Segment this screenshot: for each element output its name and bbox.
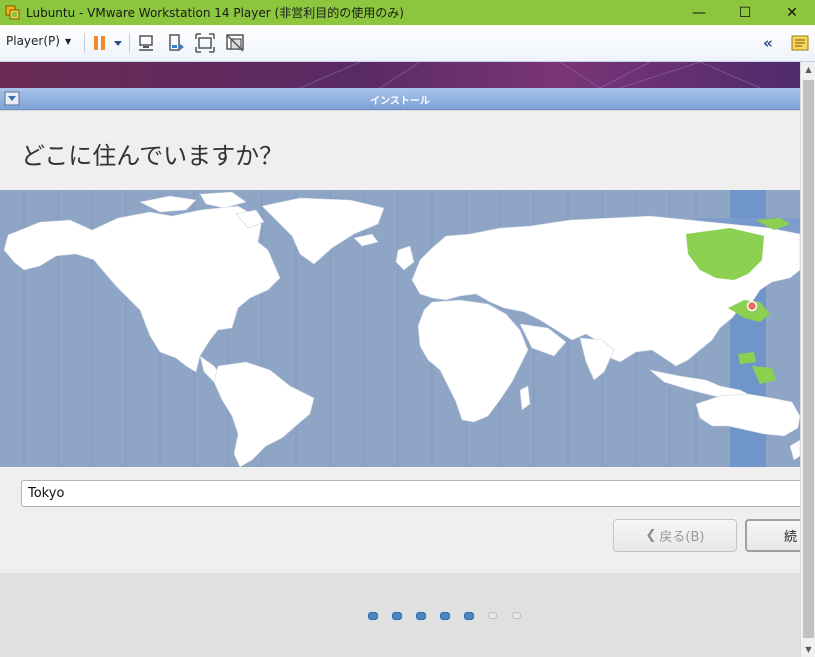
removable-devices-icon[interactable] bbox=[166, 33, 186, 53]
timezone-input[interactable] bbox=[21, 480, 811, 507]
progress-dot bbox=[416, 612, 426, 620]
guest-desktop-wallpaper bbox=[0, 62, 800, 88]
toolbar-divider bbox=[84, 33, 85, 53]
unity-icon[interactable] bbox=[225, 33, 245, 53]
vmware-icon bbox=[5, 5, 20, 19]
location-pin-icon bbox=[746, 300, 758, 312]
window-title: Lubuntu - VMware Workstation 14 Player (… bbox=[26, 6, 404, 20]
progress-dot bbox=[368, 612, 378, 620]
progress-dot bbox=[464, 612, 474, 620]
installer-page: どこに住んでいますか？ Tokyo ❮ 戻る(B) 続 bbox=[0, 111, 815, 573]
toolbar-divider bbox=[129, 33, 130, 53]
notes-icon[interactable] bbox=[790, 33, 810, 53]
next-button-label: 続 bbox=[784, 530, 798, 545]
maximize-button[interactable]: ☐ bbox=[722, 0, 768, 25]
chevron-left-icon: ❮ bbox=[645, 528, 657, 543]
player-toolbar: Player(P) ▼ « bbox=[0, 25, 815, 62]
chevron-down-icon[interactable] bbox=[112, 33, 124, 53]
close-button[interactable]: ✕ bbox=[769, 0, 815, 25]
scroll-up-icon[interactable]: ▲ bbox=[801, 62, 815, 77]
back-button[interactable]: ❮ 戻る(B) bbox=[613, 519, 737, 552]
timezone-map[interactable] bbox=[0, 190, 800, 467]
progress-dot bbox=[512, 612, 521, 619]
page-title: どこに住んでいますか？ bbox=[21, 142, 284, 170]
pause-icon[interactable] bbox=[90, 33, 110, 53]
player-menu-label: Player(P) bbox=[6, 34, 60, 48]
progress-dot bbox=[488, 612, 497, 619]
fullscreen-icon[interactable] bbox=[195, 33, 215, 53]
scrollbar-thumb[interactable] bbox=[803, 80, 814, 638]
send-ctrl-alt-del-icon[interactable] bbox=[137, 33, 157, 53]
chevron-down-icon: ▼ bbox=[64, 36, 72, 46]
window-title-bar: Lubuntu - VMware Workstation 14 Player (… bbox=[0, 0, 815, 25]
installer-progress-footer bbox=[0, 573, 800, 657]
minimize-button[interactable]: — bbox=[676, 0, 722, 25]
back-button-label: 戻る(B) bbox=[659, 530, 705, 545]
progress-dot bbox=[392, 612, 402, 620]
vertical-scrollbar[interactable]: ▲ ▼ bbox=[800, 62, 815, 657]
scroll-down-icon[interactable]: ▼ bbox=[801, 642, 815, 657]
player-menu[interactable]: Player(P) ▼ bbox=[6, 34, 71, 48]
collapse-icon[interactable]: « bbox=[758, 33, 778, 53]
progress-dot bbox=[440, 612, 450, 620]
installer-title-bar: インストール bbox=[0, 88, 800, 110]
installer-title: インストール bbox=[370, 96, 430, 107]
